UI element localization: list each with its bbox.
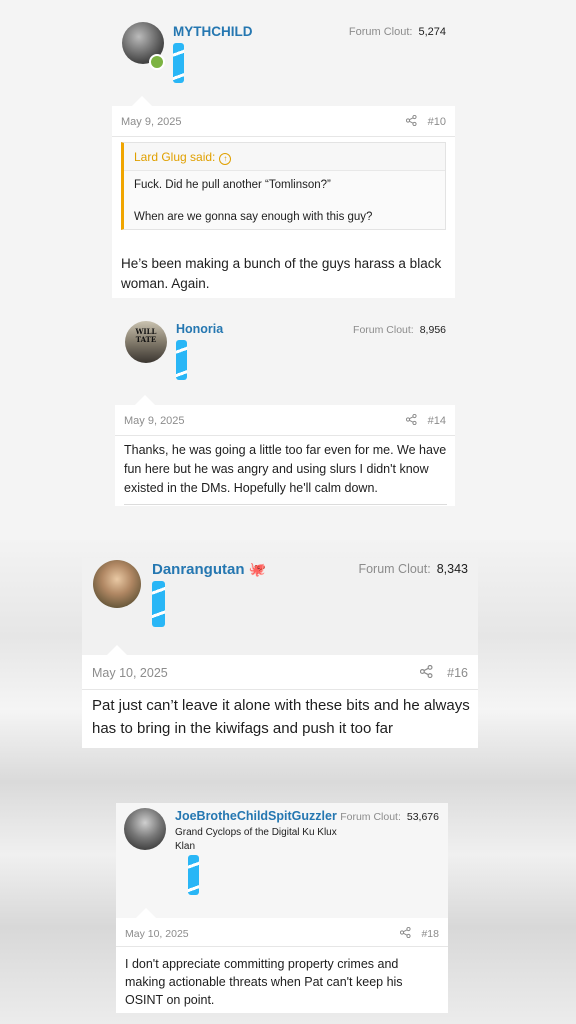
avatar[interactable]	[124, 808, 166, 850]
caret	[135, 395, 155, 405]
quote-content: Fuck. Did he pull another “Tomlinson?” W…	[124, 170, 445, 229]
post-date[interactable]: May 10, 2025	[92, 666, 168, 680]
divider	[124, 504, 447, 505]
post-message: He’s been making a bunch of the guys har…	[121, 256, 442, 291]
post-body: May 10, 2025 #16 Pat just can’t leave it…	[82, 645, 478, 748]
user-ribbon	[152, 581, 165, 627]
post-card: MYTHCHILD Forum Clout: 5,274 May 9, 2025 …	[112, 10, 455, 298]
post-meta: May 10, 2025 #18	[116, 918, 448, 947]
post-date[interactable]: May 9, 2025	[124, 415, 185, 427]
online-status-icon	[149, 54, 165, 70]
post-message: Thanks, he was going a little too far ev…	[124, 443, 447, 495]
caret	[136, 908, 156, 918]
post-number[interactable]: #14	[428, 415, 446, 427]
username[interactable]: Danrangutan 🐙	[152, 561, 266, 578]
username[interactable]: MYTHCHILD	[173, 24, 253, 39]
post-number[interactable]: #16	[447, 666, 468, 680]
forum-clout: Forum Clout: 8,956	[353, 324, 446, 336]
username[interactable]: Honoria	[176, 322, 223, 336]
quote-line: Fuck. Did he pull another “Tomlinson?”	[134, 179, 331, 191]
octopus-emoji-icon: 🐙	[248, 561, 267, 577]
quote-line: When are we gonna say enough with this g…	[134, 211, 373, 224]
username[interactable]: JoeBrotheChildSpitGuzzler	[175, 809, 337, 823]
share-icon[interactable]	[419, 664, 433, 681]
post-number[interactable]: #18	[421, 928, 439, 940]
share-icon[interactable]	[405, 413, 417, 428]
post-card: WILL TATE Honoria Forum Clout: 8,956 May …	[115, 314, 455, 506]
share-icon[interactable]	[405, 114, 417, 129]
user-title: Grand Cyclops of the Digital Ku Klux Kla…	[175, 827, 337, 852]
post-message: Pat just can’t leave it alone with these…	[92, 697, 470, 737]
quote-block: Lard Glug said: ↑ Fuck. Did he pull anoth…	[121, 142, 446, 230]
post-body: May 10, 2025 #18 I don't appreciate comm…	[116, 908, 448, 1013]
post-message: I don't appreciate committing property c…	[125, 957, 403, 1008]
post-meta: May 9, 2025 #10	[112, 106, 455, 137]
caret	[132, 96, 152, 106]
quote-author[interactable]: Lard Glug said: ↑	[134, 150, 232, 165]
post-date[interactable]: May 9, 2025	[121, 116, 182, 128]
user-ribbon	[176, 340, 187, 380]
avatar[interactable]	[93, 560, 141, 608]
avatar-text: WILL TATE	[135, 327, 157, 344]
caret	[107, 645, 127, 655]
quote-jump-icon[interactable]: ↑	[219, 153, 232, 165]
forum-clout: Forum Clout: 5,274	[348, 26, 446, 38]
post-body: May 9, 2025 #14 Thanks, he was going a l…	[115, 395, 455, 506]
post-meta: May 10, 2025 #16	[82, 655, 478, 690]
post-number[interactable]: #10	[428, 116, 446, 128]
post-body: May 9, 2025 #10 Lard Glug said: ↑ Fuck. D…	[112, 96, 455, 298]
user-ribbon	[173, 43, 184, 83]
post-meta: May 9, 2025 #14	[115, 405, 455, 436]
share-icon[interactable]	[399, 926, 411, 941]
post-date[interactable]: May 10, 2025	[125, 928, 189, 940]
post-card: Danrangutan 🐙 Forum Clout: 8,343 May 10, …	[82, 558, 478, 748]
forum-clout: Forum Clout: 53,676	[340, 811, 439, 823]
user-ribbon	[188, 855, 199, 895]
forum-clout: Forum Clout: 8,343	[358, 562, 468, 576]
avatar[interactable]: WILL TATE	[125, 321, 167, 363]
post-card: JoeBrotheChildSpitGuzzler Forum Clout: 53…	[116, 803, 448, 1013]
